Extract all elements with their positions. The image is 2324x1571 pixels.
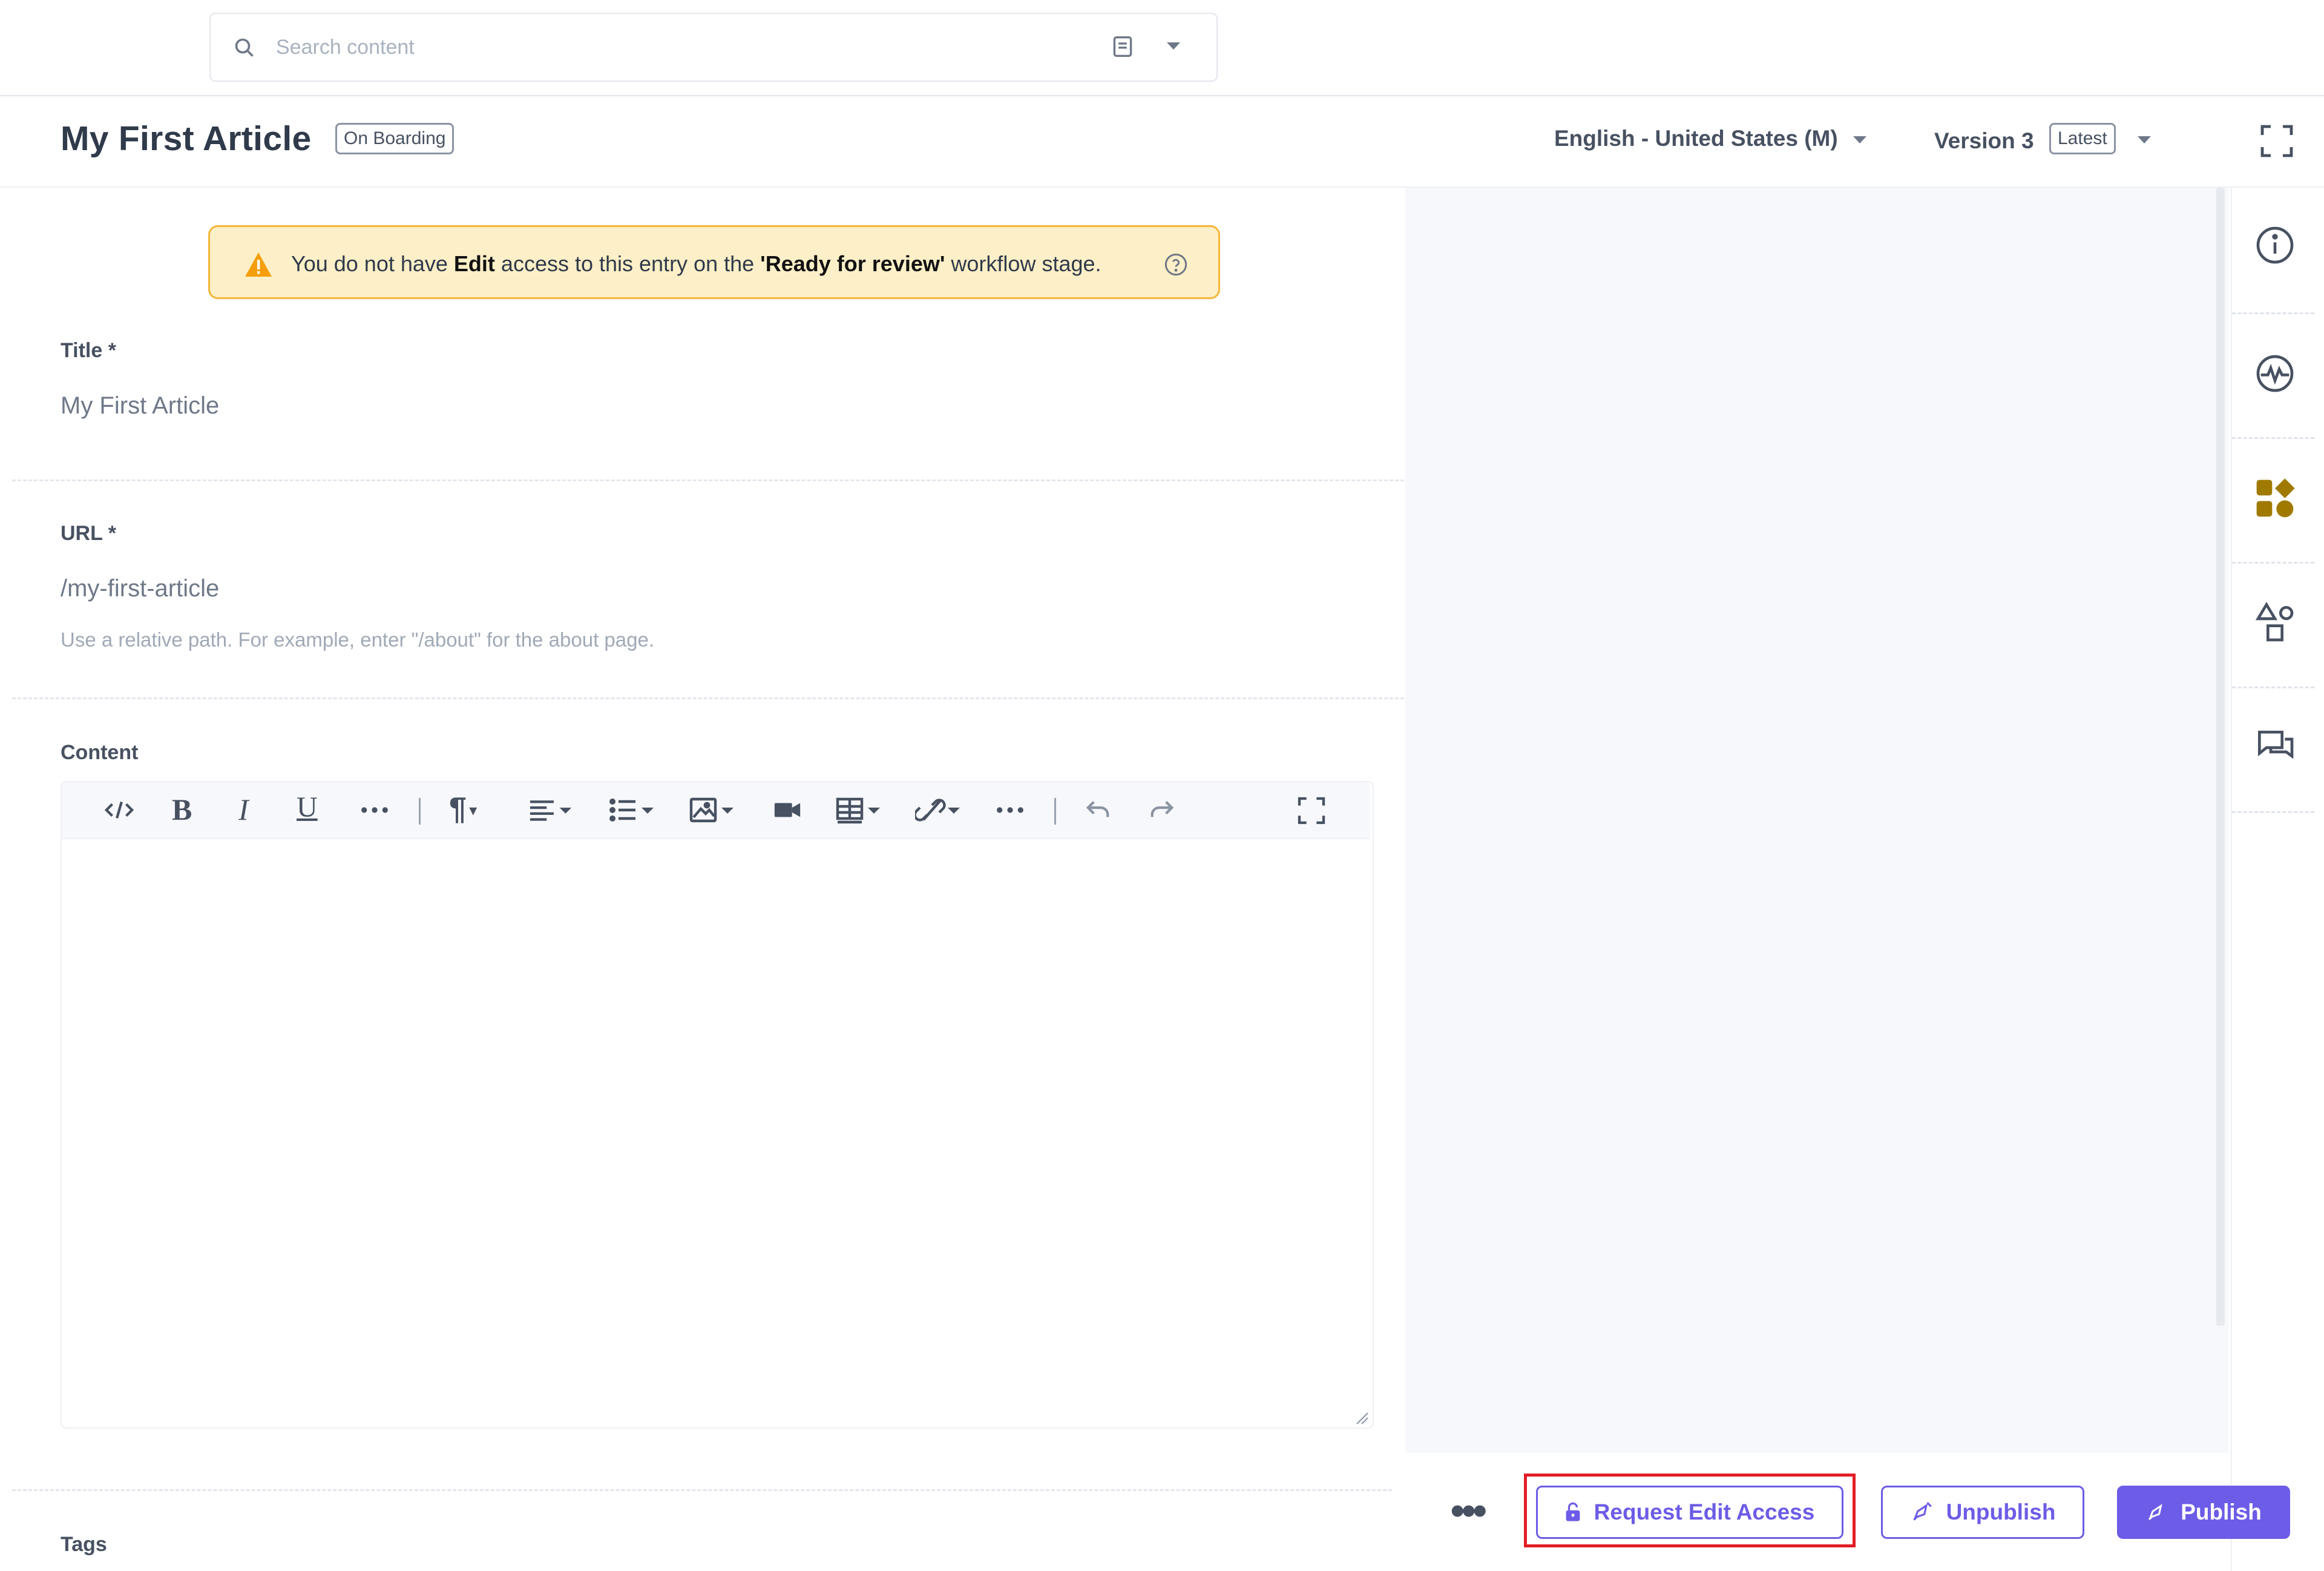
version-selector[interactable]: Version 3 (1934, 128, 2034, 154)
content-type-badge: On Boarding (335, 123, 455, 154)
alert-edit-word: Edit (453, 251, 495, 276)
title-label: Title * (61, 339, 116, 362)
alert-message: You do not have Edit access to this entr… (291, 251, 1101, 277)
request-edit-access-label: Request Edit Access (1594, 1500, 1815, 1524)
fullscreen-icon[interactable] (1296, 795, 1327, 826)
url-field[interactable]: /my-first-article (61, 575, 219, 602)
title-field[interactable]: My First Article (61, 392, 219, 420)
right-sidebar (2231, 188, 2324, 1571)
unpublish-icon (1910, 1501, 1933, 1524)
saved-search-icon[interactable] (1112, 35, 1133, 58)
search-bar[interactable]: Search content (209, 13, 1218, 82)
editor-toolbar: B I U ¶▼ (62, 782, 1370, 839)
fullscreen-icon[interactable] (2259, 123, 2295, 159)
alert-text: workflow stage. (945, 251, 1101, 276)
redo-icon[interactable] (1147, 795, 1175, 825)
alert-text: You do not have (291, 251, 454, 276)
code-icon[interactable] (104, 795, 134, 825)
info-icon (2254, 224, 2296, 266)
comments-icon (2254, 726, 2296, 769)
activity-icon (2254, 352, 2296, 395)
preview-area (1405, 188, 2228, 1453)
comments-button[interactable] (2232, 687, 2314, 813)
chevron-down-icon[interactable] (1166, 41, 1181, 51)
resize-handle-icon[interactable] (1354, 1411, 1369, 1425)
rich-text-editor[interactable] (61, 781, 1374, 1429)
activity-button[interactable] (2232, 312, 2314, 439)
divider (12, 697, 1404, 699)
video-icon[interactable] (772, 795, 803, 825)
warning-icon (244, 251, 273, 278)
paragraph-icon[interactable]: ¶▼ (449, 791, 480, 827)
chevron-down-icon[interactable] (1852, 134, 1868, 145)
url-label: URL * (61, 522, 116, 545)
shapes-icon (2254, 602, 2296, 644)
publish-label: Publish (2181, 1500, 2262, 1524)
divider (12, 1489, 1392, 1491)
link-icon[interactable] (915, 795, 963, 825)
help-icon[interactable] (1164, 252, 1188, 277)
toolbar-divider (1054, 798, 1056, 825)
widgets-button[interactable] (2232, 437, 2314, 564)
page-title: My First Article (61, 119, 312, 158)
more-options-button[interactable]: ••• (1450, 1489, 1487, 1532)
shapes-button[interactable] (2232, 562, 2314, 688)
unpublish-label: Unpublish (1946, 1500, 2056, 1524)
locale-selector[interactable]: English - United States (M) (1554, 126, 1838, 151)
content-label: Content (61, 741, 139, 764)
request-edit-access-button[interactable]: Request Edit Access (1536, 1486, 1843, 1539)
list-icon[interactable] (609, 795, 657, 825)
search-input[interactable]: Search content (276, 36, 415, 59)
scrollbar[interactable] (2216, 188, 2225, 1326)
alert-stage-name: 'Ready for review' (760, 251, 945, 276)
tags-label: Tags (61, 1533, 107, 1556)
bold-icon[interactable]: B (172, 792, 192, 827)
toolbar-divider (419, 798, 421, 825)
permission-alert: You do not have Edit access to this entr… (208, 225, 1220, 299)
underline-icon[interactable]: U (297, 791, 318, 824)
unpublish-button[interactable]: Unpublish (1881, 1486, 2084, 1539)
more-icon[interactable] (359, 795, 390, 825)
chevron-down-icon[interactable] (2136, 134, 2152, 145)
more-icon[interactable] (995, 795, 1025, 825)
table-icon[interactable] (835, 795, 884, 825)
align-icon[interactable] (528, 795, 575, 825)
publish-icon (2145, 1501, 2167, 1523)
widgets-icon (2254, 477, 2296, 519)
entry-info-button[interactable] (2232, 188, 2314, 314)
search-icon (234, 37, 255, 59)
version-badge: Latest (2049, 123, 2116, 154)
url-hint: Use a relative path. For example, enter … (61, 628, 655, 651)
italic-icon[interactable]: I (238, 792, 249, 827)
divider (12, 479, 1404, 481)
publish-button[interactable]: Publish (2117, 1486, 2290, 1539)
image-icon[interactable] (689, 795, 737, 825)
lock-icon (1565, 1502, 1581, 1523)
undo-icon[interactable] (1085, 795, 1112, 825)
alert-text: access to this entry on the (494, 251, 761, 276)
